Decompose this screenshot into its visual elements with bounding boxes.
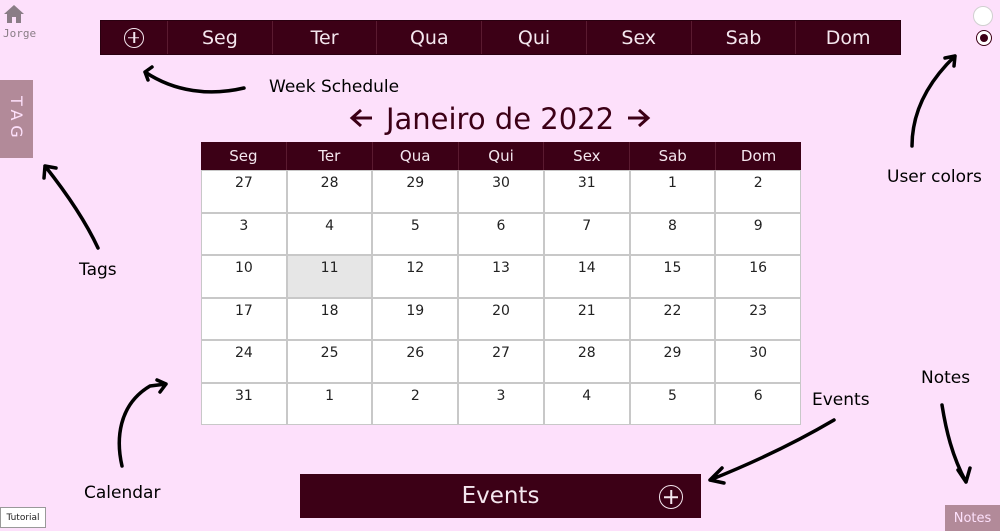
calendar-day-cell[interactable]: 7 xyxy=(543,212,630,255)
week-day-seg[interactable]: Seg xyxy=(167,21,272,54)
calendar-weekday-header: Seg Ter Qua Qui Sex Sab Dom xyxy=(201,142,801,170)
calendar-day-cell[interactable]: 27 xyxy=(458,340,544,383)
calendar-week-row: 17 18 19 20 21 22 23 xyxy=(201,297,802,340)
calendar-day-cell[interactable]: 21 xyxy=(543,297,630,340)
calendar-grid: 27 28 29 30 31 1 2 3 4 5 6 7 8 9 10 11 12 13 14 15 16 17 18 19 2… xyxy=(201,170,802,425)
calendar-day-cell[interactable]: 5 xyxy=(629,382,716,425)
calendar-day-cell[interactable]: 18 xyxy=(286,297,373,340)
color-option-dark[interactable] xyxy=(976,30,992,46)
user-name: Jorge xyxy=(3,27,37,40)
month-title: Janeiro de 2022 xyxy=(385,102,615,136)
calendar-day-cell[interactable]: 22 xyxy=(629,297,716,340)
add-week-schedule-button[interactable] xyxy=(101,21,167,54)
arrow-calendar xyxy=(117,378,168,468)
calendar-day-cell[interactable]: 27 xyxy=(201,170,287,213)
calendar-day-cell[interactable]: 4 xyxy=(543,382,630,425)
calendar-day-cell[interactable]: 26 xyxy=(372,340,459,383)
next-month-arrow-icon[interactable] xyxy=(624,104,652,132)
arrow-tags xyxy=(42,164,100,250)
calendar-day-cell[interactable]: 28 xyxy=(286,170,373,213)
annotation-calendar: Calendar xyxy=(84,483,161,503)
weekday-label: Qua xyxy=(371,142,458,170)
calendar-day-cell[interactable]: 11 xyxy=(286,255,373,298)
annotation-notes: Notes xyxy=(921,368,971,388)
calendar-day-cell[interactable]: 3 xyxy=(201,212,287,255)
calendar: Seg Ter Qua Qui Sex Sab Dom 27 28 29 30 31 1 2… xyxy=(201,142,802,425)
weekday-label: Seg xyxy=(229,147,258,165)
calendar-day-cell[interactable]: 15 xyxy=(629,255,716,298)
weekday-label: Ter xyxy=(285,142,372,170)
week-day-sex[interactable]: Sex xyxy=(585,21,691,54)
calendar-day-cell[interactable]: 17 xyxy=(201,297,287,340)
calendar-day-cell[interactable]: 3 xyxy=(458,382,544,425)
calendar-week-row: 10 11 12 13 14 15 16 xyxy=(201,255,802,298)
arrow-notes xyxy=(940,403,972,484)
calendar-day-cell[interactable]: 8 xyxy=(629,212,716,255)
week-day-sab[interactable]: Sab xyxy=(690,21,796,54)
calendar-week-row: 24 25 26 27 28 29 30 xyxy=(201,340,802,383)
calendar-day-cell[interactable]: 23 xyxy=(715,297,802,340)
calendar-day-cell[interactable]: 1 xyxy=(286,382,373,425)
tutorial-button[interactable]: Tutorial xyxy=(0,507,46,528)
calendar-day-cell[interactable]: 29 xyxy=(372,170,459,213)
arrow-user-colors xyxy=(910,54,957,148)
annotation-tags: Tags xyxy=(79,260,117,280)
weekday-label: Qui xyxy=(457,142,544,170)
annotation-week-schedule: Week Schedule xyxy=(269,77,400,97)
calendar-day-cell[interactable]: 2 xyxy=(715,170,802,213)
weekday-label: Dom xyxy=(715,142,801,170)
calendar-day-cell[interactable]: 14 xyxy=(543,255,630,298)
calendar-day-cell[interactable]: 1 xyxy=(629,170,716,213)
calendar-day-cell[interactable]: 31 xyxy=(201,382,287,425)
calendar-day-cell[interactable]: 30 xyxy=(458,170,544,213)
add-event-icon[interactable] xyxy=(659,485,683,509)
calendar-day-cell[interactable]: 20 xyxy=(458,297,544,340)
calendar-day-cell[interactable]: 16 xyxy=(715,255,802,298)
calendar-day-cell[interactable]: 5 xyxy=(372,212,459,255)
weekday-label: Sab xyxy=(629,142,715,170)
notes-button[interactable]: Notes xyxy=(945,505,1000,531)
calendar-day-cell[interactable]: 2 xyxy=(372,382,459,425)
week-day-dom[interactable]: Dom xyxy=(795,21,900,54)
arrow-week-schedule xyxy=(143,65,246,94)
selected-dot xyxy=(980,34,988,42)
prev-month-arrow-icon[interactable] xyxy=(348,104,376,132)
calendar-week-row: 3456789 xyxy=(201,212,802,255)
annotation-user-colors: User colors xyxy=(887,167,982,187)
events-label: Events xyxy=(461,483,540,509)
arrow-events xyxy=(708,418,836,485)
week-day-qua[interactable]: Qua xyxy=(376,21,481,54)
calendar-day-cell[interactable]: 24 xyxy=(201,340,287,383)
weekday-label: Sex xyxy=(543,142,629,170)
home-icon[interactable] xyxy=(3,3,25,25)
tags-tab[interactable]: TAG xyxy=(0,80,33,158)
events-bar[interactable]: Events xyxy=(300,474,701,518)
calendar-day-cell[interactable]: 25 xyxy=(286,340,373,383)
calendar-day-cell[interactable]: 6 xyxy=(715,382,802,425)
calendar-day-cell[interactable]: 13 xyxy=(458,255,544,298)
calendar-day-cell[interactable]: 6 xyxy=(458,212,544,255)
add-circle-icon xyxy=(124,27,144,48)
annotation-events: Events xyxy=(812,390,870,410)
calendar-week-row: 27 28 29 30 31 1 2 xyxy=(201,170,802,213)
color-option-light[interactable] xyxy=(973,6,993,26)
week-day-qui[interactable]: Qui xyxy=(481,21,586,54)
calendar-day-cell[interactable]: 31 xyxy=(543,170,630,213)
calendar-day-cell[interactable]: 4 xyxy=(286,212,373,255)
calendar-day-cell[interactable]: 29 xyxy=(629,340,716,383)
calendar-day-cell[interactable]: 9 xyxy=(715,212,802,255)
calendar-day-cell[interactable]: 10 xyxy=(201,255,287,298)
calendar-day-cell[interactable]: 30 xyxy=(715,340,802,383)
calendar-day-cell[interactable]: 19 xyxy=(372,297,459,340)
calendar-week-row: 31 1 2 3 4 5 6 xyxy=(201,382,802,425)
week-schedule-bar: Seg Ter Qua Qui Sex Sab Dom xyxy=(100,20,901,55)
calendar-day-cell[interactable]: 12 xyxy=(372,255,459,298)
tags-label: TAG xyxy=(7,95,26,143)
week-day-ter[interactable]: Ter xyxy=(271,21,377,54)
calendar-day-cell[interactable]: 28 xyxy=(543,340,630,383)
